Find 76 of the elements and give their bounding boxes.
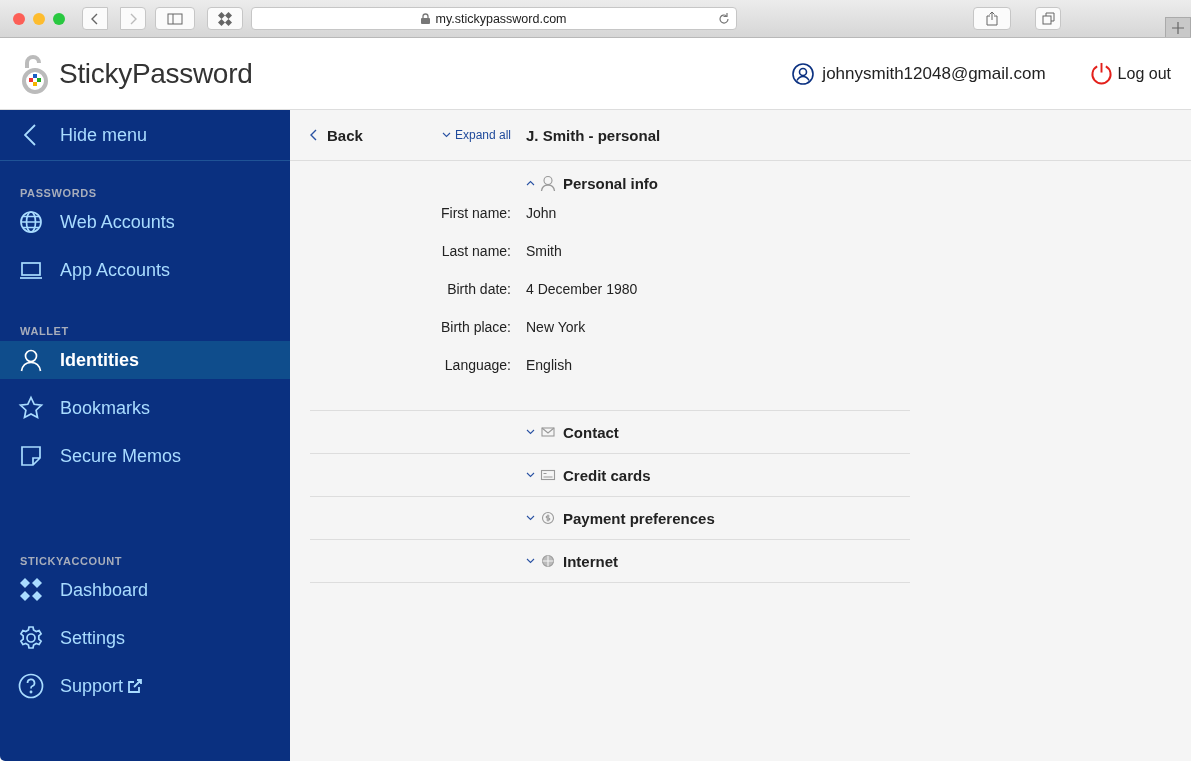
field-label: Birth place: <box>439 319 511 335</box>
note-icon <box>18 443 44 469</box>
nav-item[interactable]: Identities <box>0 341 290 379</box>
section-header[interactable]: Credit cards <box>310 454 910 496</box>
field-value: English <box>526 357 572 373</box>
field-label: First name: <box>440 205 511 221</box>
star-icon <box>18 395 44 421</box>
lock-icon <box>421 13 431 24</box>
favicon-button[interactable] <box>207 7 243 30</box>
plus-icon <box>1172 21 1184 34</box>
maximize-icon[interactable] <box>53 12 65 25</box>
power-icon <box>1089 62 1113 85</box>
settings-icon <box>18 625 44 651</box>
chevron-down-icon <box>442 132 451 138</box>
tabs-button[interactable] <box>1035 7 1061 30</box>
field-label: Last name: <box>440 243 511 259</box>
logo-text: StickyPassword <box>59 57 253 90</box>
expand-all-link[interactable]: Expand all <box>442 128 526 142</box>
field-label: Birth date: <box>446 281 511 297</box>
section-header[interactable]: Personal info <box>310 161 910 205</box>
user-icon <box>792 62 815 85</box>
chevron-right-icon <box>128 12 138 25</box>
coin-icon <box>540 510 556 526</box>
globe-icon <box>18 209 44 235</box>
section-header[interactable]: Internet <box>310 540 910 582</box>
person-icon <box>18 347 44 373</box>
minimize-icon[interactable] <box>33 12 45 25</box>
share-icon <box>986 11 998 26</box>
nav-item[interactable]: Settings <box>0 619 290 657</box>
back-link[interactable]: Back <box>310 126 442 144</box>
nav-item[interactable]: Bookmarks <box>0 389 290 427</box>
diamonds-icon <box>218 11 232 26</box>
envelope-icon <box>540 424 556 440</box>
section-heading: PASSWORDS <box>19 187 98 199</box>
nav-item[interactable]: Secure Memos <box>0 437 290 475</box>
field-label: Language: <box>443 357 511 373</box>
chevron-up-icon <box>526 180 535 186</box>
field-value: Smith <box>526 243 562 259</box>
field-value: New York <box>526 319 586 335</box>
padlock-logo-icon <box>20 53 50 94</box>
section-header[interactable]: Payment preferences <box>310 497 910 539</box>
field-value: John <box>526 205 557 221</box>
chevron-down-icon <box>526 515 535 521</box>
reload-icon[interactable] <box>718 12 730 25</box>
new-tab-button[interactable] <box>1165 17 1191 37</box>
forward-button[interactable] <box>120 7 146 30</box>
share-button[interactable] <box>973 7 1011 30</box>
address-bar[interactable]: my.stickypassword.com <box>251 7 737 30</box>
nav-item[interactable]: Dashboard <box>0 571 290 609</box>
chevron-down-icon <box>526 429 535 435</box>
chevron-left-icon <box>310 129 317 141</box>
field-value: 4 December 1980 <box>526 281 638 297</box>
chevron-left-icon <box>90 12 100 25</box>
tabs-icon <box>1041 12 1055 25</box>
identity-title: J. Smith - personal <box>526 126 661 144</box>
globe-icon <box>540 553 556 569</box>
back-button[interactable] <box>82 7 108 30</box>
card-icon <box>540 467 556 483</box>
help-icon <box>18 673 44 699</box>
sidebar-icon <box>167 12 183 25</box>
sidebar-toggle-button[interactable] <box>155 7 195 30</box>
chevron-down-icon <box>526 558 535 564</box>
chevron-down-icon <box>526 472 535 478</box>
logout-link[interactable]: Log out <box>1089 62 1171 85</box>
person-icon <box>540 175 556 191</box>
close-icon[interactable] <box>13 12 25 25</box>
account-email: johnysmith12048@gmail.com <box>822 63 1046 84</box>
url-text: my.stickypassword.com <box>435 11 567 26</box>
nav-item[interactable]: App Accounts <box>0 251 290 289</box>
section-heading: WALLET <box>19 325 70 337</box>
chevron-left-icon <box>24 124 36 146</box>
nav-item[interactable]: Support <box>0 667 290 705</box>
section-heading: STICKYACCOUNT <box>19 555 124 567</box>
section-header[interactable]: Contact <box>310 411 910 453</box>
diamonds-icon <box>18 577 44 603</box>
nav-item[interactable]: Web Accounts <box>0 203 290 241</box>
